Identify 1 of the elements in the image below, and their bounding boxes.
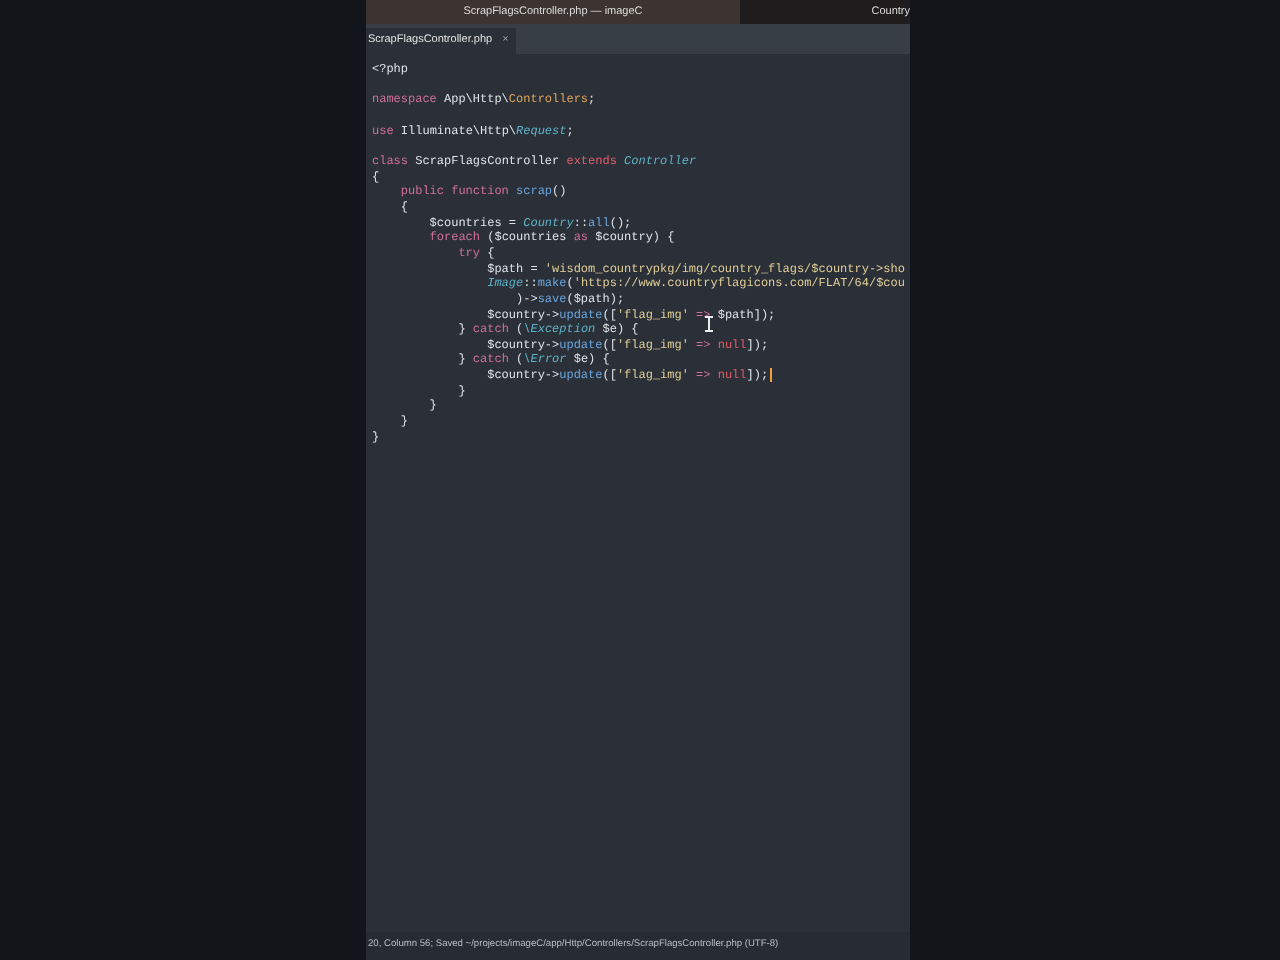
text-cursor-icon	[704, 316, 714, 332]
